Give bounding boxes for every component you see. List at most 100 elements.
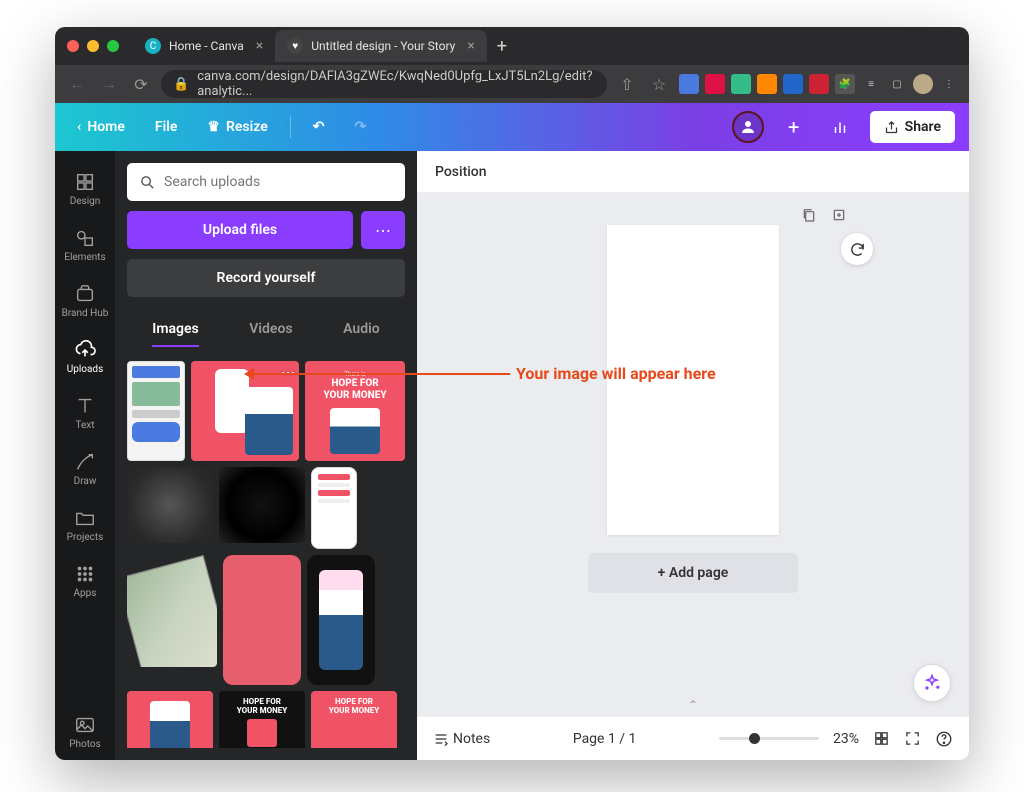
chevron-left-icon: ‹ (77, 119, 81, 135)
tab-home-canva[interactable]: C Home - Canva × (133, 30, 275, 62)
profile-avatar-icon[interactable] (913, 74, 933, 94)
upload-thumbnail[interactable] (127, 555, 217, 667)
duplicate-page-icon[interactable] (799, 205, 819, 225)
reading-list-icon[interactable]: ≡ (861, 74, 881, 94)
upload-thumbnail[interactable] (127, 361, 185, 461)
rail-draw[interactable]: Draw (55, 441, 115, 497)
tab-title: Home - Canva (169, 39, 244, 53)
share-label: Share (905, 119, 941, 135)
canva-favicon: C (145, 38, 161, 54)
rail-text[interactable]: Text (55, 385, 115, 441)
undo-button[interactable]: ↶ (305, 113, 333, 141)
fullscreen-icon[interactable] (904, 730, 921, 747)
upload-thumbnail[interactable] (219, 467, 305, 543)
upload-thumbnail[interactable] (311, 467, 357, 549)
resize-menu[interactable]: ♛ Resize (199, 113, 275, 141)
notes-label: Notes (453, 731, 490, 747)
zoom-slider[interactable] (719, 737, 819, 740)
record-yourself-button[interactable]: Record yourself (127, 259, 405, 297)
rail-brand-hub[interactable]: Brand Hub (55, 273, 115, 329)
add-page-icon[interactable] (829, 205, 849, 225)
extensions-menu-icon[interactable]: 🧩 (835, 74, 855, 94)
extension-icon[interactable] (757, 74, 777, 94)
magic-assistant-icon[interactable] (913, 664, 951, 702)
rail-elements[interactable]: Elements (55, 217, 115, 273)
lock-icon: 🔒 (173, 77, 189, 92)
browser-tab-strip: C Home - Canva × ♥ Untitled design - You… (55, 27, 969, 65)
rail-label: Draw (74, 476, 97, 487)
expand-pages-icon[interactable]: ⌃ (688, 698, 698, 712)
extension-icon[interactable] (705, 74, 725, 94)
file-menu[interactable]: File (147, 113, 186, 141)
extension-icon[interactable] (731, 74, 751, 94)
tab-untitled-design[interactable]: ♥ Untitled design - Your Story × (275, 30, 487, 62)
rail-label: Photos (69, 739, 101, 750)
forward-icon[interactable]: → (97, 72, 121, 96)
share-button[interactable]: Share (870, 111, 955, 143)
extension-icon[interactable] (809, 74, 829, 94)
reload-icon[interactable]: ⟳ (129, 72, 153, 96)
rail-design[interactable]: Design (55, 161, 115, 217)
tab-audio[interactable]: Audio (343, 313, 380, 345)
upload-thumbnail[interactable] (127, 691, 213, 748)
page-indicator[interactable]: Page 1 / 1 (573, 731, 637, 747)
regenerate-icon[interactable] (841, 233, 873, 265)
upload-thumbnail[interactable] (307, 555, 375, 685)
home-button[interactable]: ‹ Home (69, 113, 133, 141)
add-collaborator-icon[interactable]: + (778, 111, 810, 143)
upload-thumbnail[interactable] (223, 555, 301, 685)
rail-photos[interactable]: Photos (55, 704, 115, 760)
minimize-window-icon[interactable] (87, 40, 99, 52)
zoom-value[interactable]: 23% (833, 731, 859, 747)
address-bar[interactable]: 🔒 canva.com/design/DAFlA3gZWEc/KwqNed0Up… (161, 70, 607, 98)
thumb-text: HOPE FOR (219, 697, 305, 706)
star-icon[interactable]: ☆ (647, 72, 671, 96)
rail-projects[interactable]: Projects (55, 497, 115, 553)
browser-menu-icon[interactable]: ⋮ (939, 74, 959, 94)
close-tab-icon[interactable]: × (256, 38, 263, 54)
new-tab-icon[interactable]: + (497, 36, 507, 57)
rail-label: Projects (67, 532, 104, 543)
traffic-lights (67, 40, 119, 52)
rail-uploads[interactable]: Uploads (55, 329, 115, 385)
rail-label: Brand Hub (62, 308, 109, 319)
canvas-area: Position + Add page ⌃ (417, 151, 969, 760)
url-text: canva.com/design/DAFlA3gZWEc/KwqNed0Upfg… (197, 70, 595, 98)
uploads-panel: Upload files ⋯ Record yourself Images Vi… (115, 151, 417, 760)
notes-button[interactable]: Notes (433, 731, 490, 747)
close-tab-icon[interactable]: × (467, 38, 474, 54)
extension-icon[interactable] (783, 74, 803, 94)
upload-thumbnail[interactable]: HOPE FOR YOUR MONEY (311, 691, 397, 748)
upload-thumbnail[interactable] (127, 467, 213, 543)
upload-thumbnail[interactable]: HOPE FOR YOUR MONEY (219, 691, 305, 748)
canvas-footer: Notes Page 1 / 1 23% (417, 716, 969, 760)
add-page-button[interactable]: + Add page (588, 553, 799, 593)
position-toolbar[interactable]: Position (417, 151, 969, 193)
canvas-page[interactable] (607, 225, 779, 535)
extension-icon[interactable] (679, 74, 699, 94)
thumbnail-menu-icon[interactable]: ⋯ (281, 365, 295, 381)
help-icon[interactable] (935, 730, 953, 748)
back-icon[interactable]: ← (65, 72, 89, 96)
tab-images[interactable]: Images (152, 313, 198, 345)
rail-label: Design (70, 196, 101, 207)
search-uploads[interactable] (127, 163, 405, 201)
search-input[interactable] (164, 174, 393, 190)
canvas-viewport[interactable]: + Add page ⌃ (417, 193, 969, 716)
side-panel-icon[interactable]: ▢ (887, 74, 907, 94)
upload-files-button[interactable]: Upload files (127, 211, 353, 249)
rail-apps[interactable]: Apps (55, 553, 115, 609)
share-url-icon[interactable]: ⇧ (615, 72, 639, 96)
thumb-text: HOPE FOR (311, 697, 397, 706)
maximize-window-icon[interactable] (107, 40, 119, 52)
rail-label: Apps (74, 588, 97, 599)
redo-button[interactable]: ↷ (346, 113, 374, 141)
close-window-icon[interactable] (67, 40, 79, 52)
upload-thumbnail[interactable]: ⋯ (191, 361, 299, 461)
grid-view-icon[interactable] (873, 730, 890, 747)
upload-thumbnail[interactable]: There is HOPE FOR YOUR MONEY (305, 361, 405, 461)
analytics-icon[interactable] (824, 111, 856, 143)
tab-videos[interactable]: Videos (249, 313, 292, 345)
collaborator-avatar[interactable] (732, 111, 764, 143)
upload-options-button[interactable]: ⋯ (361, 211, 405, 249)
